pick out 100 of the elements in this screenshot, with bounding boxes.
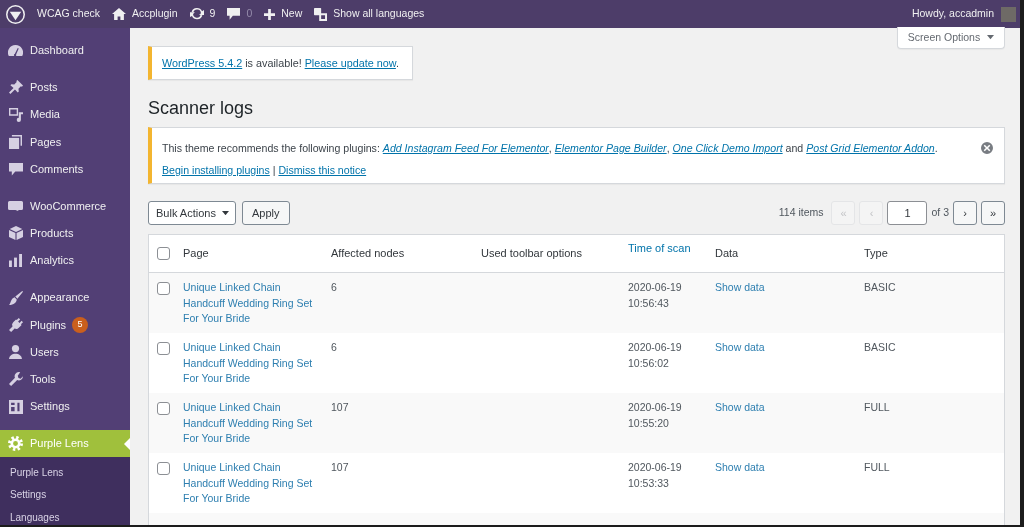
inline-link[interactable]: Dismiss this notice [278,164,367,176]
refresh-icon [189,8,204,20]
table-cell-text: FULL [863,400,891,415]
table-cell-text: 107 [330,400,350,415]
dismiss-button[interactable] [981,142,993,154]
items-count: 114 items [778,205,824,221]
media-icon [8,107,23,122]
notice-text: Begin installing plugins | Dismiss this notice [162,163,367,178]
plugin-link[interactable]: Post Grid Elementor Addon [806,142,935,154]
person-icon [9,344,22,360]
menu-item[interactable]: Analytics [0,247,130,275]
circle-logo-icon [6,4,25,24]
notice-text: This theme recommends the following plugins: Add Instagram Feed For Elementor, Elementor Page Builder, One Click Demo Import and Post Grid Elementor Addon. [162,141,938,156]
notice-text: WordPress 5.4.2 is available! Please update now. [162,56,399,71]
page-title: Scanner logs [148,97,254,120]
menu-item[interactable]: Dashboard [0,37,130,65]
menu-item[interactable]: Tools [0,365,130,394]
menu-item[interactable]: Media [0,101,130,129]
show-data-link[interactable]: Show data [715,341,765,353]
gauge-icon [8,45,23,57]
checkbox[interactable] [157,402,170,415]
count-badge: 5 [72,316,89,333]
next-page-button[interactable]: › [953,201,977,225]
show-data-link[interactable]: Show data [715,401,765,413]
menu-item[interactable]: Comments [0,155,130,183]
avatar-placeholder [1001,6,1016,22]
caret-icon [222,210,229,216]
pushpin-icon [8,80,23,95]
comment-icon [227,8,241,20]
site-link[interactable]: Accplugin [106,0,184,28]
overlapping-squares-icon [314,7,328,21]
submenu-item[interactable]: Languages [0,506,130,525]
table-cell-text: 2020-06-19 10:56:02 [627,340,683,371]
close-icon [981,142,993,154]
column-header: Data [714,246,740,262]
account-link[interactable]: Howdy, accadmin [905,0,1020,28]
screen-options-button[interactable]: Screen Options [897,27,1005,49]
plugin-link[interactable]: Elementor Page Builder [554,142,667,154]
checkbox[interactable] [157,282,170,295]
new-content-link[interactable]: New [258,0,309,28]
plug-icon [8,317,23,332]
caret-icon [987,35,995,40]
page-link[interactable]: Unique Linked Chain Handcuff Wedding Ring Set For Your Bride [183,280,317,327]
paintbrush-icon [8,290,23,305]
table-cell-text: BASIC [863,340,897,355]
tag-bubble-icon [8,200,23,212]
wrench-icon [8,372,23,387]
column-header: Type [863,246,889,262]
show-data-link[interactable]: Show data [715,281,765,293]
plus-icon [264,8,276,20]
column-header: Page [182,246,210,262]
plugin-link[interactable]: One Click Demo Import [672,142,783,154]
page-total: of 3 [931,205,949,221]
menu-item[interactable]: Appearance [0,283,130,312]
inline-link[interactable]: Please update now [304,57,396,69]
inline-link[interactable]: Begin installing plugins [162,164,270,176]
speech-bubble-icon [8,163,23,176]
pages-icon [9,134,22,150]
checkbox[interactable] [157,462,170,475]
menu-item[interactable]: Users [0,338,130,366]
table-cell-text: 2020-06-19 10:53:33 [627,460,683,491]
table-cell-text: 2020-06-19 10:55:20 [627,400,683,431]
page-link[interactable]: Unique Linked Chain Handcuff Wedding Ring Set For Your Bride [183,400,317,447]
menu-item[interactable]: Posts [0,73,130,102]
column-header: Used toolbar options [480,246,583,262]
menu-item[interactable]: Products [0,219,130,248]
page-input[interactable]: 1 [887,201,928,225]
inline-link[interactable]: WordPress 5.4.2 [162,57,243,69]
checkbox[interactable] [157,247,170,260]
cube-icon [8,226,23,241]
submenu-item[interactable]: Purple Lens [0,462,130,485]
checkbox[interactable] [157,342,170,355]
table-cell-text: 2020-06-19 10:56:43 [627,280,683,311]
updates-link[interactable]: 9 [183,0,222,28]
table-cell-text: 107 [330,460,350,475]
table-cell-text: FULL [863,460,891,475]
languages-link[interactable]: Show all languages [308,0,431,28]
page-link[interactable]: Unique Linked Chain Handcuff Wedding Ring Set For Your Bride [183,340,317,387]
menu-item[interactable]: WooCommerce [0,192,130,220]
table-cell-text: BASIC [863,280,897,295]
submenu-item[interactable]: Settings [0,484,130,507]
page-link[interactable]: Unique Linked Chain Handcuff Wedding Ring Set For Your Bride [183,460,317,507]
table-cell-text: 6 [330,280,338,295]
column-header: Affected nodes [330,246,406,262]
table-cell-text: 6 [330,340,338,355]
last-page-button[interactable]: » [981,201,1005,225]
current-arrow-icon [124,437,130,450]
gear-icon [8,436,23,451]
menu-item[interactable]: Pages [0,128,130,156]
layout-panel-icon [8,399,23,414]
bar-chart-icon [9,254,22,268]
menu-item[interactable]: Plugins 5 [0,311,130,339]
apply-button[interactable]: Apply [242,201,290,225]
column-header[interactable]: Time of scan [620,240,707,267]
menu-item[interactable]: Settings [0,393,130,421]
bulk-actions-select[interactable]: Bulk Actions [148,201,236,225]
home-icon [112,8,126,20]
plugin-link[interactable]: Add Instagram Feed For Elementor [382,142,549,154]
show-data-link[interactable]: Show data [715,461,765,473]
site-name-link[interactable]: WCAG check [31,0,106,28]
